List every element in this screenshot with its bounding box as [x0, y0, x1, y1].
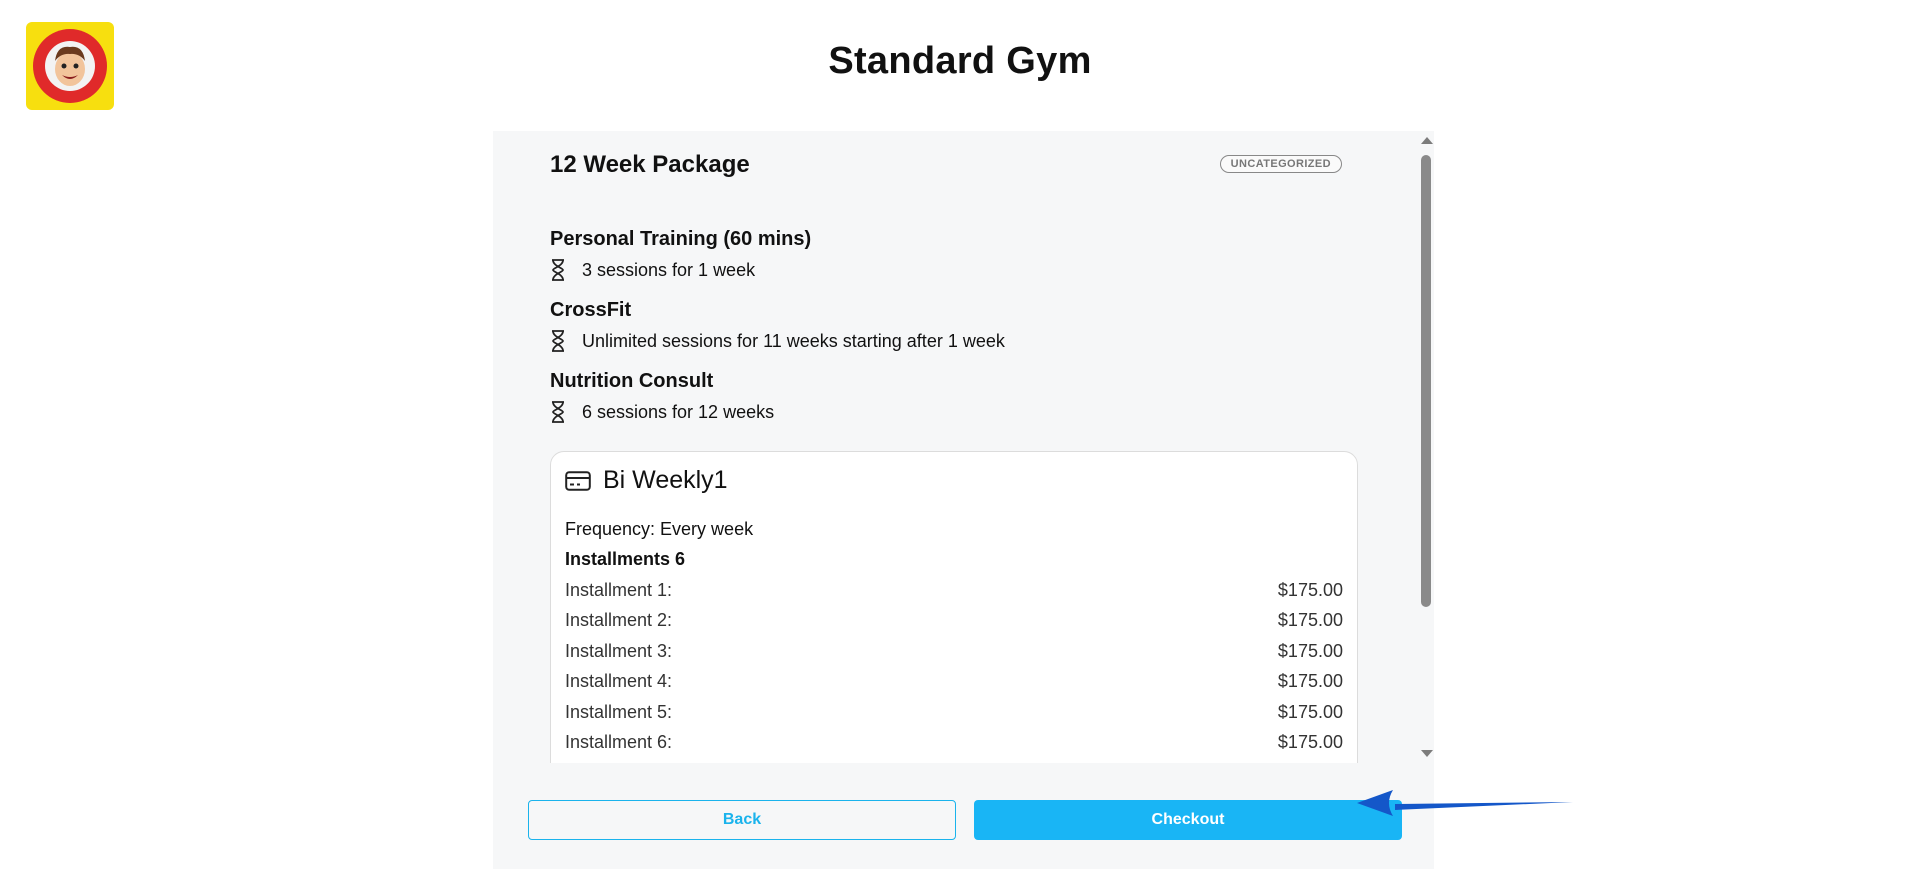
installment-row: Installment 5: $175.00 — [565, 702, 1343, 723]
service-detail-text: 3 sessions for 1 week — [582, 259, 756, 280]
installment-row: Installment 3: $175.00 — [565, 641, 1343, 662]
installment-label: Installment 2: — [565, 610, 673, 630]
service-item: Nutrition Consult 6 sessions for 12 week… — [550, 370, 774, 423]
service-detail: 6 sessions for 12 weeks — [550, 401, 774, 423]
package-title: 12 Week Package — [550, 151, 750, 178]
service-name: Nutrition Consult — [550, 370, 714, 392]
installment-amount: $175.00 — [1277, 641, 1343, 661]
service-detail: Unlimited sessions for 11 weeks starting… — [550, 330, 1005, 352]
installment-amount: $175.00 — [1277, 610, 1343, 630]
service-name: CrossFit — [550, 299, 632, 321]
service-detail: 3 sessions for 1 week — [550, 259, 811, 281]
category-badge: UNCATEGORIZED — [1219, 155, 1342, 173]
checkout-button[interactable]: Checkout — [974, 800, 1402, 840]
hourglass-icon — [552, 401, 564, 423]
package-details-scroll-area[interactable]: 12 Week Package UNCATEGORIZED Personal T… — [493, 131, 1418, 763]
service-detail-text: 6 sessions for 12 weeks — [582, 401, 775, 422]
package-panel: 12 Week Package UNCATEGORIZED Personal T… — [493, 131, 1434, 869]
installment-label: Installment 5: — [565, 702, 673, 722]
service-detail-text: Unlimited sessions for 11 weeks starting… — [582, 330, 1005, 351]
installment-row: Installment 4: $175.00 — [565, 671, 1343, 692]
installment-amount: $175.00 — [1277, 580, 1343, 600]
installment-amount: $175.00 — [1277, 702, 1343, 722]
installment-row: Installment 1: $175.00 — [565, 580, 1343, 601]
plan-title: Bi Weekly1 — [603, 466, 728, 494]
scroll-down-arrow-icon[interactable] — [1421, 750, 1433, 757]
hourglass-icon — [552, 259, 564, 281]
installment-row: Installment 2: $175.00 — [565, 610, 1343, 631]
plan-frequency: Frequency: Every week — [565, 519, 754, 539]
back-button[interactable]: Back — [528, 800, 956, 840]
page-title: Standard Gym — [828, 40, 1092, 82]
installment-label: Installment 4: — [565, 671, 673, 691]
service-name: Personal Training (60 mins) — [550, 228, 812, 250]
arrow-left-icon — [1357, 790, 1573, 816]
vertical-scrollbar[interactable] — [1418, 131, 1434, 763]
credit-card-icon — [565, 470, 591, 491]
installment-row: Installment 6: $175.00 — [565, 732, 1343, 753]
installment-label: Installment 6: — [565, 732, 673, 752]
installment-amount: $175.00 — [1277, 732, 1343, 752]
plan-header: Bi Weekly1 — [565, 466, 728, 495]
installment-amount: $175.00 — [1277, 671, 1343, 691]
scroll-up-arrow-icon[interactable] — [1421, 137, 1433, 144]
service-item: Personal Training (60 mins) 3 sessions f… — [550, 228, 811, 281]
scrollbar-thumb[interactable] — [1421, 155, 1431, 607]
payment-plan-card[interactable]: Bi Weekly1 Frequency: Every week Install… — [550, 451, 1358, 763]
installments-heading: Installments 6 — [565, 549, 686, 569]
hourglass-icon — [552, 330, 564, 352]
installment-label: Installment 1: — [565, 580, 673, 600]
installment-label: Installment 3: — [565, 641, 673, 661]
service-item: CrossFit Unlimited sessions for 11 weeks… — [550, 299, 1005, 352]
